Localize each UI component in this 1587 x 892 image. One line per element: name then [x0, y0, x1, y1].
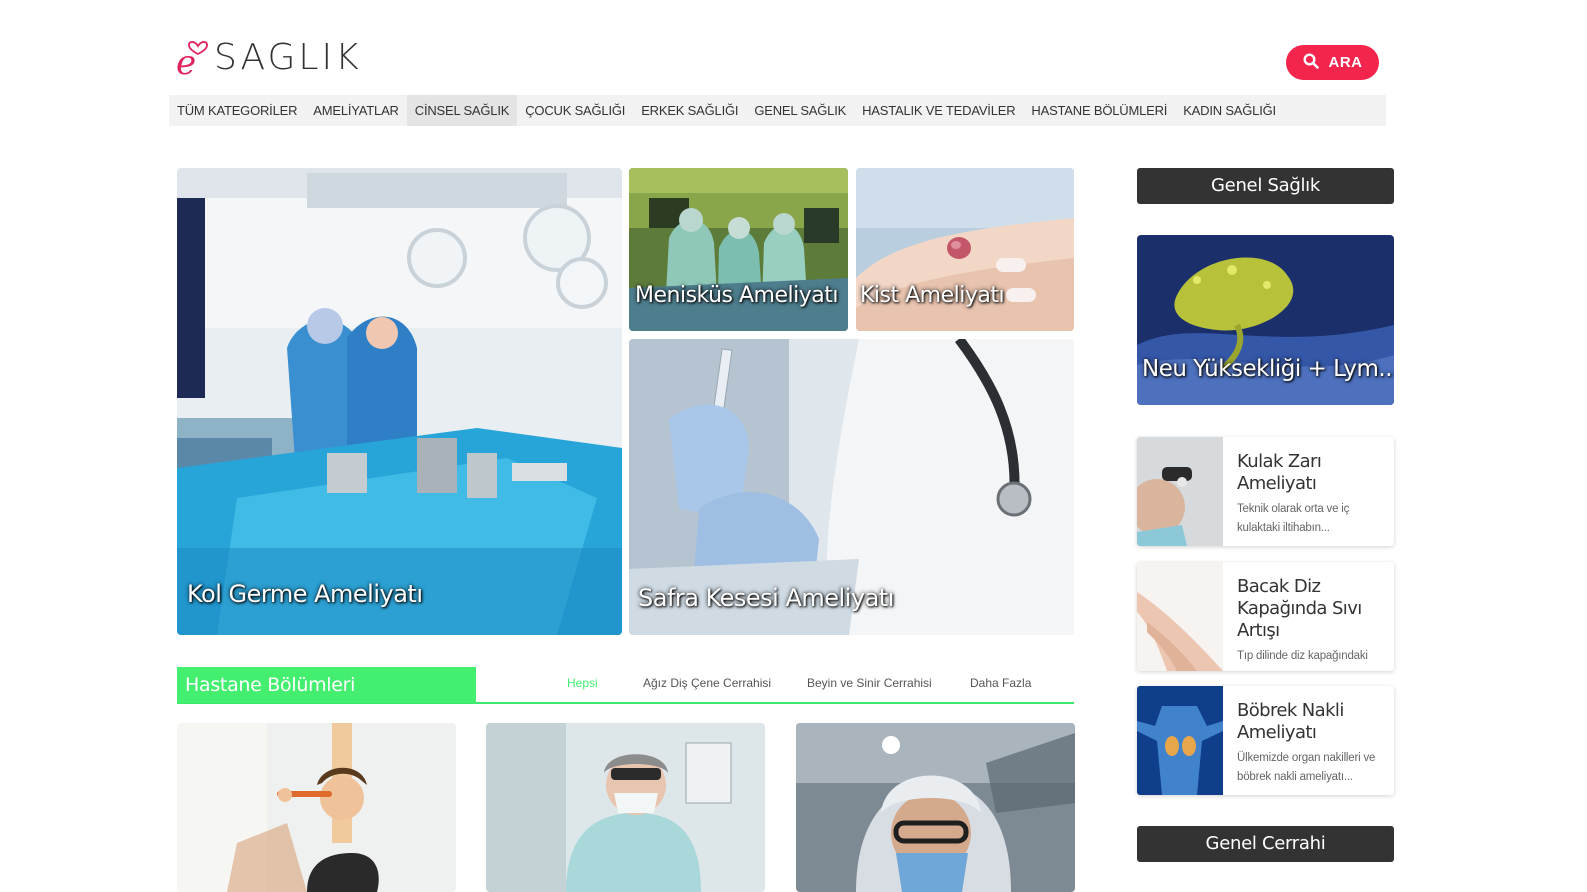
logo-text: SAGLIK	[214, 37, 362, 78]
nav-item-male-health[interactable]: ERKEK SAĞLIĞI	[633, 95, 746, 126]
search-button[interactable]: ARA	[1286, 45, 1379, 80]
sidebar-heading-general-health[interactable]: Genel Sağlık	[1137, 168, 1394, 204]
nav-item-women-health[interactable]: KADIN SAĞLIĞI	[1175, 95, 1284, 126]
sidebar-item-knee-fluid[interactable]: Bacak Diz Kapağında Sıvı Artışı Tıp dili…	[1137, 562, 1394, 671]
kidney-thumb	[1137, 686, 1223, 795]
tab-oral-surgery[interactable]: Ağız Diş Çene Cerrahisi	[643, 676, 771, 690]
department-card-3[interactable]	[796, 723, 1075, 892]
featured-meniscus-title[interactable]: Menisküs Ameliyatı	[635, 283, 838, 308]
tab-more[interactable]: Daha Fazla	[970, 676, 1031, 690]
sidebar-item-title[interactable]: Böbrek Nakli Ameliyatı	[1237, 700, 1387, 744]
search-button-label: ARA	[1328, 54, 1363, 71]
svg-text:e: e	[176, 43, 196, 80]
sidebar-item-desc: Ülkemizde organ nakilleri ve böbrek nakl…	[1237, 752, 1376, 783]
nav-item-hospital-departments[interactable]: HASTANE BÖLÜMLERİ	[1023, 95, 1175, 126]
sidebar-item-title[interactable]: Kulak Zarı Ameliyatı	[1237, 451, 1387, 495]
nav-item-surgeries[interactable]: AMELİYATLAR	[305, 95, 406, 126]
nav-item-general-health[interactable]: GENEL SAĞLIK	[746, 95, 854, 126]
featured-cyst-title[interactable]: Kist Ameliyatı	[860, 283, 1005, 308]
sidebar-feature-title[interactable]: Neu Yüksekliği + Lym...	[1142, 356, 1394, 382]
dental-surgeon-image	[486, 723, 765, 892]
sidebar-item-desc: Tıp dilinde diz kapağındaki	[1237, 650, 1368, 662]
section-title: Hastane Bölümleri	[177, 667, 476, 703]
department-card-1[interactable]	[177, 723, 456, 892]
featured-main-title[interactable]: Kol Germe Ameliyatı	[187, 580, 423, 608]
featured-tile-cyst[interactable]: Kist Ameliyatı	[856, 168, 1074, 331]
logo-heart-icon: e	[176, 36, 216, 83]
sidebar-item-title[interactable]: Bacak Diz Kapağında Sıvı Artışı	[1237, 576, 1387, 642]
featured-tile-meniscus[interactable]: Menisküs Ameliyatı	[629, 168, 848, 331]
featured-gallbladder-title[interactable]: Safra Kesesi Ameliyatı	[638, 584, 894, 612]
site-logo[interactable]: e SAGLIK	[176, 36, 362, 83]
surgeon-headlamp-image	[796, 723, 1075, 892]
sidebar-item-ear-surgery[interactable]: Kulak Zarı Ameliyatı Teknik olarak orta …	[1137, 437, 1394, 546]
sidebar-feature-tile[interactable]: Neu Yüksekliği + Lym...	[1137, 235, 1394, 405]
nav-item-sexual-health[interactable]: CİNSEL SAĞLIK	[406, 95, 518, 126]
sidebar-item-kidney-transplant[interactable]: Böbrek Nakli Ameliyatı Ülkemizde organ n…	[1137, 686, 1394, 795]
main-nav: TÜM KATEGORİLER AMELİYATLAR CİNSEL SAĞLI…	[169, 95, 1386, 126]
tab-neurosurgery[interactable]: Beyin ve Sinir Cerrahisi	[807, 676, 932, 690]
search-icon	[1302, 52, 1319, 73]
nav-item-diseases[interactable]: HASTALIK VE TEDAVİLER	[854, 95, 1023, 126]
knee-thumb	[1137, 562, 1223, 671]
nav-item-child-health[interactable]: ÇOCUK SAĞLIĞI	[517, 95, 633, 126]
ear-surgery-thumb	[1137, 437, 1223, 546]
featured-main-tile[interactable]: Kol Germe Ameliyatı	[177, 168, 622, 635]
sidebar-item-desc: Teknik olarak orta ve iç kulaktaki iltih…	[1237, 503, 1350, 534]
tab-all[interactable]: Hepsi	[567, 676, 598, 690]
operating-room-image	[177, 168, 622, 635]
department-card-2[interactable]	[486, 723, 765, 892]
featured-tile-gallbladder[interactable]: Safra Kesesi Ameliyatı	[629, 339, 1074, 635]
nav-item-all-categories[interactable]: TÜM KATEGORİLER	[169, 95, 305, 126]
sidebar-heading-general-surgery[interactable]: Genel Cerrahi	[1137, 826, 1394, 862]
cartoon-dentist-image	[177, 723, 456, 892]
